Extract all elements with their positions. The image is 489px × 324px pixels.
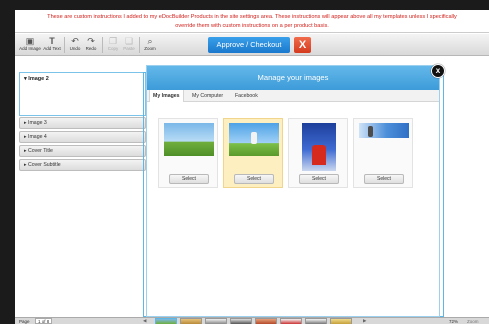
tab-my-images[interactable]: My Images [149, 90, 184, 102]
add-text-label: Add Text [43, 46, 61, 51]
select-button[interactable]: Select [169, 174, 209, 184]
page-thumbnail[interactable] [330, 318, 352, 324]
dialog-tabs: My Images My Computer Facebook [147, 90, 439, 102]
toolbar-divider [102, 37, 103, 53]
select-button[interactable]: Select [299, 174, 339, 184]
add-image-button[interactable]: ▣ Add Image [19, 36, 41, 54]
image-2-label: Image 2 [28, 76, 49, 82]
accordion-item-cover-subtitle[interactable]: ▸ Cover Subtitle [19, 159, 146, 171]
copy-icon: ❐ [108, 36, 118, 46]
page-thumbnail[interactable] [205, 318, 227, 324]
redo-icon: ↷ [87, 36, 95, 46]
text-icon: T [49, 36, 55, 46]
toolbar-divider [139, 37, 140, 53]
copy-button[interactable]: ❐ Copy [105, 36, 121, 54]
accordion-label: Image 4 [28, 134, 47, 140]
image-2-header[interactable]: ▾ Image 2 [24, 76, 49, 82]
add-image-label: Add Image [19, 46, 41, 51]
page-thumbnail[interactable] [305, 318, 327, 324]
select-button[interactable]: Select [364, 174, 404, 184]
notice-line-1: These are custom instructions I added to… [47, 14, 457, 20]
toolbar: ▣ Add Image T Add Text ↶ Undo ↷ Redo ❐ C… [15, 34, 489, 56]
image-icon: ▣ [25, 36, 35, 46]
next-page-icon[interactable]: ▶ [363, 318, 366, 324]
zoom-percentage: 72% [449, 319, 459, 324]
tab-facebook[interactable]: Facebook [232, 90, 261, 102]
zoom-label[interactable]: Zoom [467, 319, 479, 324]
image-card[interactable]: Select [353, 118, 413, 188]
image-card[interactable]: Select [158, 118, 218, 188]
accordion-item-cover-title[interactable]: ▸ Cover Title [19, 145, 146, 157]
page-thumbnail[interactable] [180, 318, 202, 324]
paste-icon: ❏ [124, 36, 134, 46]
accordion-label: Cover Subtitle [28, 162, 61, 168]
zoom-tool-label: Zoom [144, 46, 156, 51]
undo-icon: ↶ [71, 36, 79, 46]
image-2-section[interactable]: ▾ Image 2 [19, 72, 146, 116]
element-panel: ▾ Image 2 ▸ Image 3 ▸ Image 4 ▸ Cover Ti… [15, 57, 146, 317]
notice-line-2: override them with custom instructions o… [175, 22, 329, 29]
undo-button[interactable]: ↶ Undo [67, 36, 83, 54]
page-thumbnail[interactable] [230, 318, 252, 324]
select-button[interactable]: Select [234, 174, 274, 184]
custom-instructions-notice: These are custom instructions I added to… [15, 10, 489, 33]
redo-button[interactable]: ↷ Redo [83, 36, 99, 54]
add-text-button[interactable]: T Add Text [42, 36, 62, 54]
redo-label: Redo [85, 46, 97, 51]
dialog-title: Manage your images [147, 66, 439, 90]
page-thumbnail[interactable] [280, 318, 302, 324]
toolbar-divider [64, 37, 65, 53]
image-card[interactable]: Select [288, 118, 348, 188]
status-bar: Page 1 of 8 ◀ ▶ 72% Zoom [15, 317, 489, 324]
paste-button[interactable]: ❏ Paste [121, 36, 137, 54]
page-selector[interactable]: 1 of 8 [35, 318, 53, 324]
page-thumbnail[interactable] [155, 318, 177, 324]
zoom-button[interactable]: ⌕ Zoom [142, 36, 158, 54]
accordion-item-image-3[interactable]: ▸ Image 3 [19, 117, 146, 129]
undo-label: Undo [69, 46, 81, 51]
image-thumbnail [229, 123, 279, 156]
manage-images-dialog: Manage your images My Images My Computer… [146, 65, 440, 317]
close-editor-button[interactable]: X [294, 37, 311, 53]
magnifier-icon: ⌕ [147, 36, 153, 46]
tab-my-computer[interactable]: My Computer [189, 90, 226, 102]
image-card-selected[interactable]: Select [223, 118, 283, 188]
accordion-label: Cover Title [28, 148, 53, 154]
image-thumbnail [359, 123, 409, 138]
approve-checkout-button[interactable]: Approve / Checkout [208, 37, 290, 53]
editor-frame: These are custom instructions I added to… [15, 10, 489, 324]
previous-page-icon[interactable]: ◀ [143, 318, 146, 324]
accordion-label: Image 3 [28, 120, 47, 126]
close-dialog-icon[interactable]: x [431, 64, 445, 78]
image-thumbnail [302, 123, 336, 171]
page-label: Page [19, 319, 30, 324]
page-thumbnail[interactable] [255, 318, 277, 324]
paste-label: Paste [123, 46, 135, 51]
accordion-item-image-4[interactable]: ▸ Image 4 [19, 131, 146, 143]
copy-label: Copy [107, 46, 119, 51]
image-thumbnail [164, 123, 214, 156]
